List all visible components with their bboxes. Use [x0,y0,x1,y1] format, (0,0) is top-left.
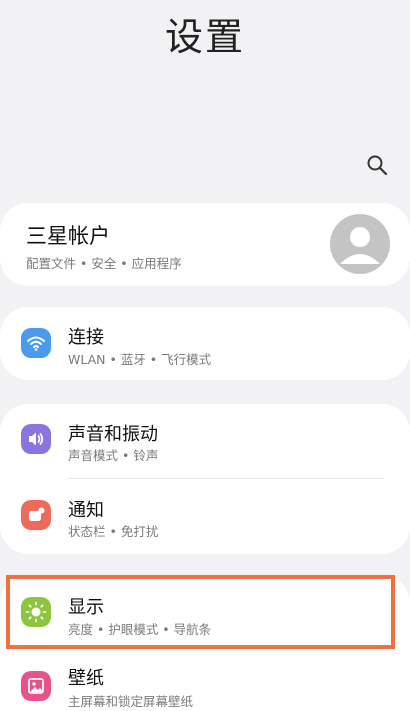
avatar [330,214,390,274]
item-label: 通知 [68,500,104,521]
notification-icon-bg [21,500,51,530]
image-icon [28,678,44,694]
search-button[interactable] [362,150,392,180]
search-icon [367,155,388,176]
wallpaper-icon-bg [21,671,51,701]
item-label: 声音和振动 [68,424,158,445]
settings-screen: 设置 三星帐户 配置文件 • 安全 • 应用程序 连接 WLAN • 蓝牙 • … [0,0,410,711]
settings-item-connections[interactable]: 连接 WLAN • 蓝牙 • 飞行模式 [0,307,410,379]
volume-icon [29,432,44,446]
settings-item-sound[interactable]: 声音和振动 声音模式 • 铃声 [0,404,410,476]
sound-icon-bg [21,424,51,454]
account-title: 三星帐户 [26,224,110,248]
item-subtitle: 主屏幕和锁定屏幕壁纸 [68,694,194,709]
settings-item-wallpaper[interactable]: 壁纸 主屏幕和锁定屏幕壁纸 [0,651,410,711]
sound-notification-card: 声音和振动 声音模式 • 铃声 通知 状态栏 • 免打扰 [0,404,410,554]
divider [68,478,384,479]
connections-icon-bg [21,328,51,358]
highlight-box [6,575,395,649]
page-title: 设置 [164,15,245,59]
item-subtitle: 状态栏 • 免打扰 [68,524,159,539]
item-subtitle: WLAN • 蓝牙 • 飞行模式 [68,352,212,367]
samsung-account-card[interactable]: 三星帐户 配置文件 • 安全 • 应用程序 [0,203,410,286]
item-label: 连接 [68,327,104,348]
wifi-icon [27,336,45,351]
item-subtitle: 声音模式 • 铃声 [68,448,159,463]
account-subtitle: 配置文件 • 安全 • 应用程序 [26,256,182,271]
settings-item-notifications[interactable]: 通知 状态栏 • 免打扰 [0,480,410,552]
connections-card: 连接 WLAN • 蓝牙 • 飞行模式 [0,307,410,380]
notification-icon [29,507,45,521]
avatar-icon [340,227,380,264]
item-label: 壁纸 [68,668,104,689]
